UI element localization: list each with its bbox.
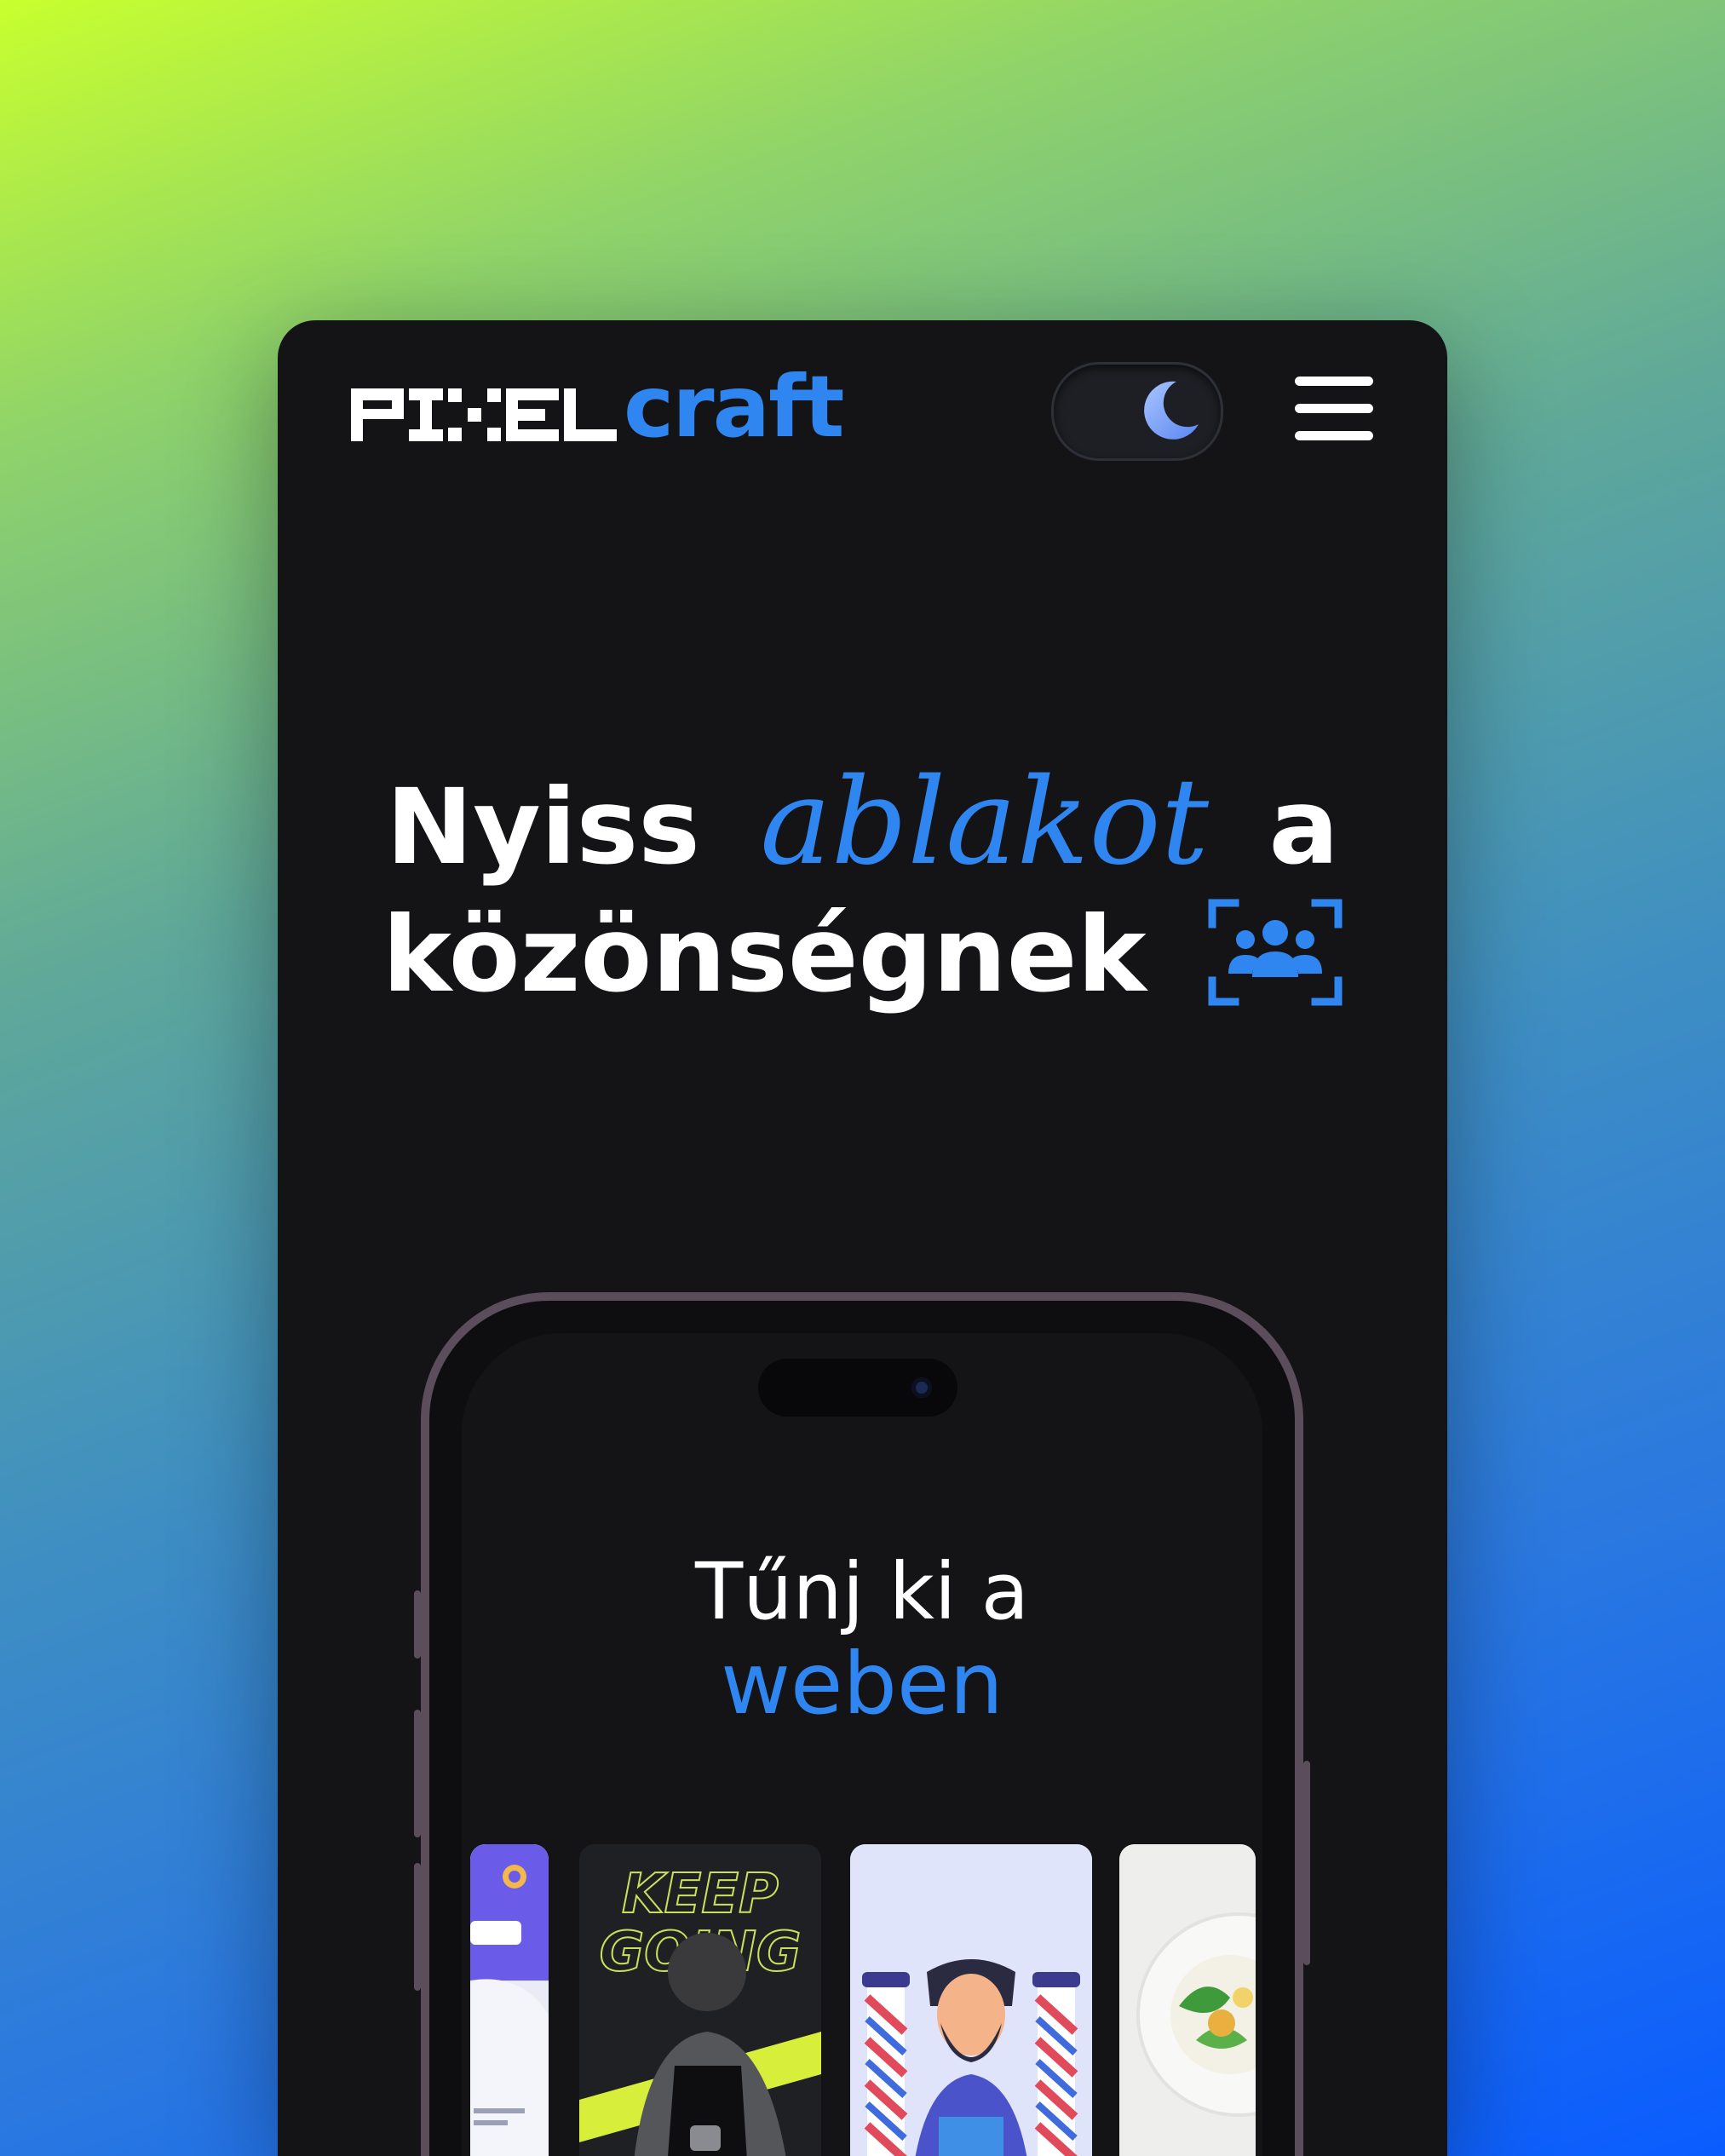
menu-button[interactable] [1295,375,1373,443]
hero-heading-line1: Nyiss ablakot a [278,750,1447,900]
hero-word-start: Nyiss [386,767,700,888]
pixelcraft-logo[interactable]: craft [351,357,844,457]
phone-screen: Tűnj ki a weben KEEP [462,1333,1262,2156]
food-card[interactable] [1119,1844,1256,2156]
hamburger-icon [1295,377,1373,386]
portfolio-carousel[interactable]: KEEP GOING [462,1844,1262,2156]
phone-heading: Tűnj ki a [694,1546,1030,1637]
app-preview-card[interactable] [470,1844,549,2156]
moon-icon [1144,381,1199,440]
barber-card[interactable] [850,1844,1092,2156]
mobile-site-frame: craft Nyiss ablakot a közönségnek Tűnj k… [278,320,1447,2156]
logo-craft-text: craft [624,357,844,457]
hero-word-end: a [1268,767,1339,888]
hero-heading-line2: közönségnek [278,883,1447,1027]
phone-heading-accent: weben [721,1634,1003,1733]
camera-icon [911,1377,932,1398]
svg-text:KEEP: KEEP [622,1863,779,1926]
theme-toggle[interactable] [1051,362,1223,461]
hero-accent-word: ablakot [760,753,1210,892]
dynamic-island [758,1359,957,1417]
hero-word-audience: közönségnek [382,894,1147,1015]
phone-mockup: Tűnj ki a weben KEEP [414,1292,1310,2156]
logo-pixel-wordmark [351,388,617,441]
audience-icon [1208,899,1343,1006]
fitness-card[interactable]: KEEP GOING [579,1844,821,2156]
